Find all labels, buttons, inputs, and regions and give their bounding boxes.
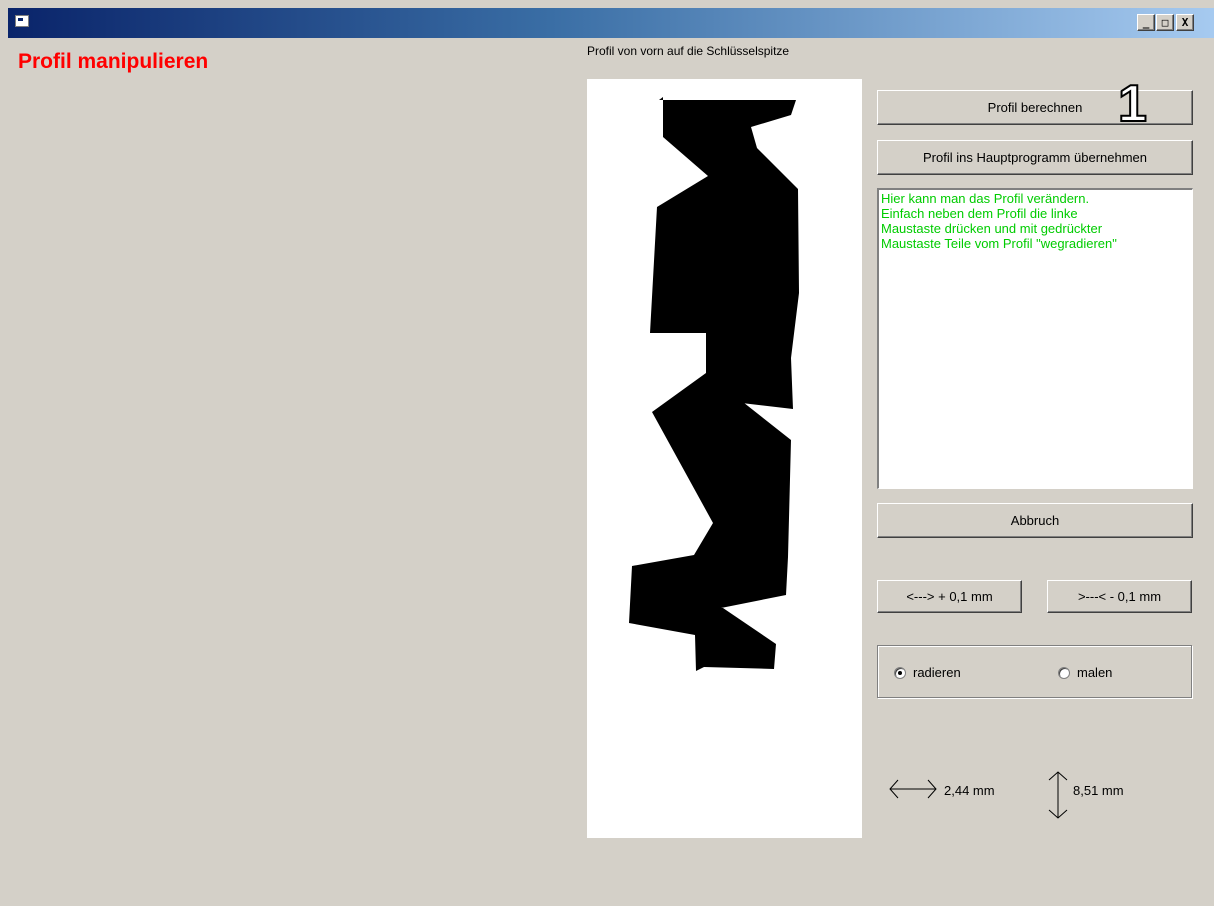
width-arrow-icon	[889, 779, 937, 799]
radio-erase-indicator[interactable]	[894, 666, 906, 679]
step-number-marker: 1	[1117, 74, 1148, 134]
radio-paint[interactable]: malen	[1058, 665, 1112, 680]
page-title: Profil manipulieren	[18, 50, 209, 73]
radio-paint-indicator[interactable]	[1058, 666, 1070, 679]
info-textbox[interactable]: Hier kann man das Profil verändern. Einf…	[877, 188, 1193, 489]
key-profile-shape	[629, 97, 799, 671]
cancel-button[interactable]: Abbruch	[877, 503, 1193, 538]
height-arrow-icon	[1048, 771, 1068, 819]
radio-paint-label: malen	[1077, 665, 1113, 680]
radio-erase[interactable]: radieren	[894, 665, 961, 680]
mode-radio-group: radieren malen	[877, 645, 1192, 698]
profile-canvas[interactable]	[587, 79, 862, 838]
height-value: 8,51 mm	[1073, 783, 1124, 798]
width-value: 2,44 mm	[944, 783, 995, 798]
widen-button[interactable]: <---> + 0,1 mm	[877, 580, 1022, 613]
close-button[interactable]: X	[1176, 14, 1194, 31]
radio-erase-label: radieren	[913, 665, 961, 680]
app-icon[interactable]	[15, 15, 29, 27]
title-bar[interactable]: _ □ X	[8, 8, 1214, 38]
narrow-button[interactable]: >---< - 0,1 mm	[1047, 580, 1192, 613]
profile-caption: Profil von vorn auf die Schlüsselspitze	[587, 44, 790, 58]
maximize-button[interactable]: □	[1156, 14, 1174, 31]
minimize-button[interactable]: _	[1137, 14, 1155, 31]
apply-profile-button[interactable]: Profil ins Hauptprogramm übernehmen	[877, 140, 1193, 175]
